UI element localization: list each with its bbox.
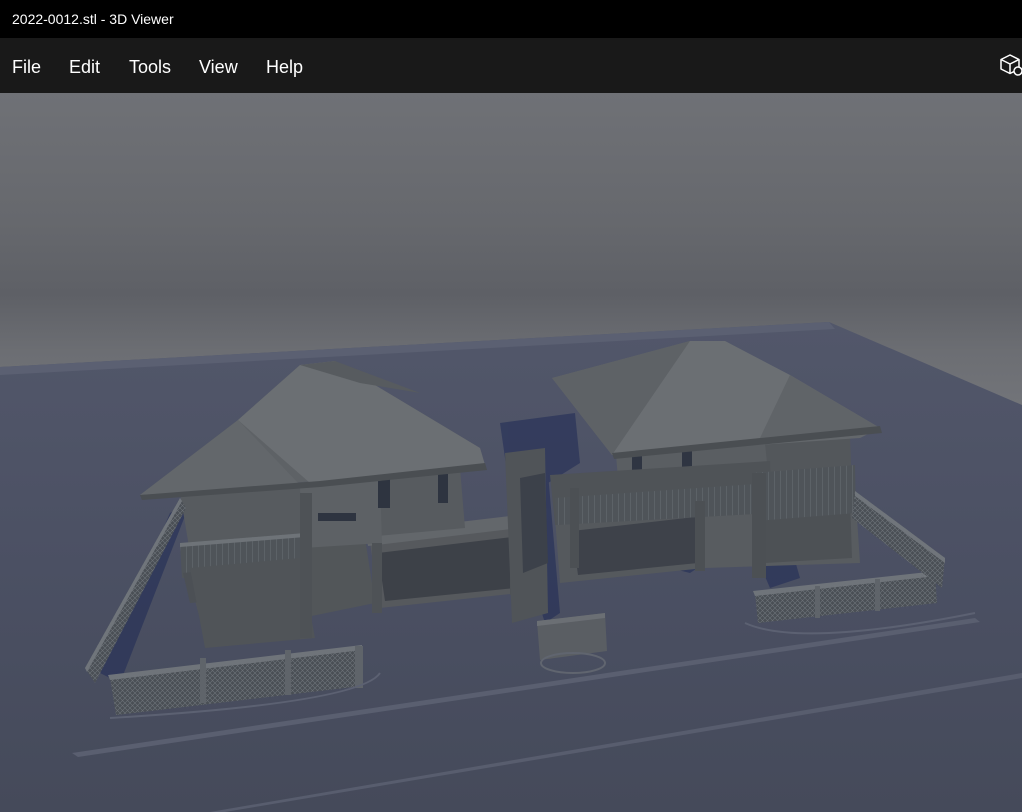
cube-icon (1000, 54, 1022, 76)
house-model[interactable] (0, 93, 1022, 812)
menu-edit[interactable]: Edit (69, 56, 100, 78)
mixed-reality-button[interactable] (998, 52, 1022, 80)
menu-tools[interactable]: Tools (129, 56, 171, 78)
title-bar[interactable]: 2022-0012.stl - 3D Viewer (0, 0, 1022, 38)
3d-viewport[interactable] (0, 93, 1022, 812)
app-window: 2022-0012.stl - 3D Viewer File Edit Tool… (0, 0, 1022, 812)
menu-file[interactable]: File (12, 56, 41, 78)
menu-view[interactable]: View (199, 56, 238, 78)
window-title: 2022-0012.stl - 3D Viewer (12, 11, 174, 27)
menu-bar: File Edit Tools View Help (0, 38, 1022, 93)
menu-help[interactable]: Help (266, 56, 303, 78)
